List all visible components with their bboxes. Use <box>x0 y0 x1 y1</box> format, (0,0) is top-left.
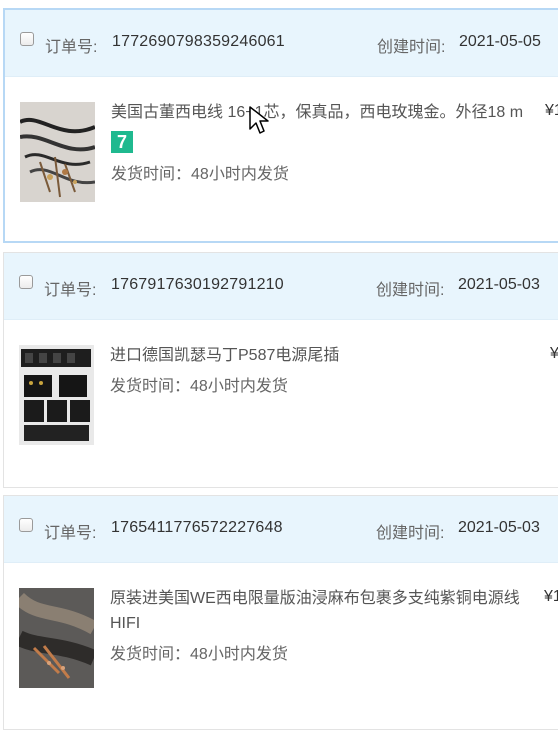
order-number-label: 订单号: <box>45 39 98 56</box>
ship-time-label: 发货时间： <box>110 646 191 663</box>
product-thumbnail[interactable] <box>19 588 94 688</box>
order-header: 订单号: 1772690798359246061 创建时间: 2021-05-0… <box>5 10 558 77</box>
order-body: 进口德国凯瑟马丁P587电源尾插 发货时间：48小时内发货 ¥ <box>4 320 558 485</box>
product-title[interactable]: 进口德国凯瑟马丁P587电源尾插 <box>110 343 530 368</box>
product-info: 原装进美国WE西电限量版油浸麻布包裹多支纯紫铜电源线HIFI 发货时间：48小时… <box>110 586 530 667</box>
product-info: 进口德国凯瑟马丁P587电源尾插 发货时间：48小时内发货 <box>110 343 530 399</box>
price: ¥ <box>550 345 558 362</box>
created-date: 2021-05-05 <box>459 33 541 50</box>
ship-time-label: 发货时间： <box>111 166 192 183</box>
product-info: 美国古董西电线 1⁠6+1芯，保真品，西电玫瑰金。外径18 m 7 发货时间：4… <box>111 100 531 187</box>
order-header: 订单号: 1767917630192791210 创建时间: 2021-05-0… <box>4 253 558 320</box>
mouse-cursor-icon <box>248 105 270 135</box>
order-select-checkbox[interactable] <box>19 518 33 532</box>
ship-time-value: 48小时内发货 <box>191 166 289 183</box>
order-select-checkbox[interactable] <box>19 275 33 289</box>
created-time-label: 创建时间: <box>376 282 445 299</box>
order-number-label: 订单号: <box>44 282 97 299</box>
order-number-label: 订单号: <box>44 525 97 542</box>
product-thumbnail[interactable] <box>19 345 94 445</box>
ship-time-value: 48小时内发货 <box>190 378 288 395</box>
ship-time: 发货时间：48小时内发货 <box>110 374 530 399</box>
ship-time-value: 48小时内发货 <box>190 646 288 663</box>
seven-day-return-badge: 7 <box>111 131 133 153</box>
ship-time: 发货时间：48小时内发货 <box>110 642 530 667</box>
ship-time-label: 发货时间： <box>110 378 191 395</box>
price: ¥1 <box>544 588 558 605</box>
order-card: 订单号: 1765411776572227648 创建时间: 2021-05-0… <box>3 495 558 730</box>
created-time-label: 创建时间: <box>377 39 446 56</box>
product-thumbnail[interactable] <box>20 102 95 202</box>
price: ¥1 <box>545 102 558 119</box>
order-number: 1765411776572227648 <box>111 519 283 536</box>
created-date: 2021-05-03 <box>458 519 540 536</box>
created-date: 2021-05-03 <box>458 276 540 293</box>
order-body: 原装进美国WE西电限量版油浸麻布包裹多支纯紫铜电源线HIFI 发货时间：48小时… <box>4 563 558 728</box>
order-number: 1772690798359246061 <box>112 33 285 50</box>
product-title[interactable]: 原装进美国WE西电限量版油浸麻布包裹多支纯紫铜电源线HIFI <box>110 586 530 636</box>
order-number: 1767917630192791210 <box>111 276 284 293</box>
order-select-checkbox[interactable] <box>20 32 34 46</box>
ship-time: 发货时间：48小时内发货 <box>111 162 531 187</box>
order-body: 美国古董西电线 1⁠6+1芯，保真品，西电玫瑰金。外径18 m 7 发货时间：4… <box>5 77 558 242</box>
created-time-label: 创建时间: <box>376 525 445 542</box>
product-title[interactable]: 美国古董西电线 1⁠6+1芯，保真品，西电玫瑰金。外径18 m <box>111 100 531 125</box>
order-header: 订单号: 1765411776572227648 创建时间: 2021-05-0… <box>4 496 558 563</box>
order-card: 订单号: 1767917630192791210 创建时间: 2021-05-0… <box>3 252 558 488</box>
order-card: 订单号: 1772690798359246061 创建时间: 2021-05-0… <box>3 8 558 243</box>
